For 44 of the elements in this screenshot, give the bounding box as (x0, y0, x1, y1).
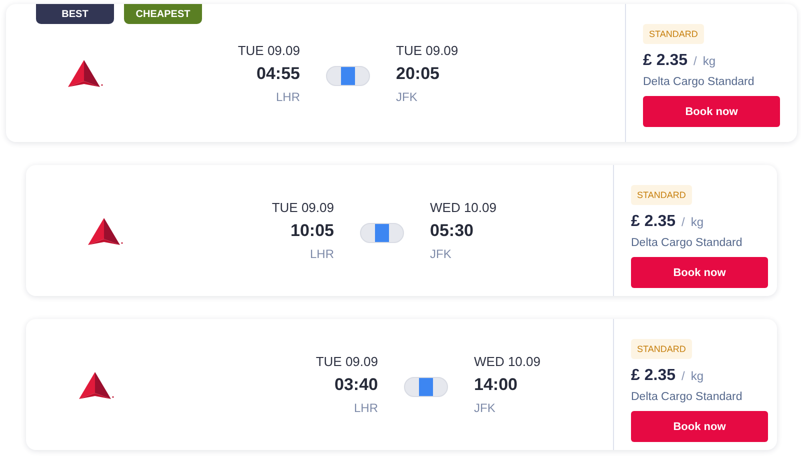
triangle-logo-icon (66, 60, 104, 90)
tag: CHEAPEST (124, 4, 202, 24)
book-now-button[interactable]: Book now (643, 96, 780, 127)
fare-product: Delta Cargo Standard (631, 391, 742, 403)
arrival-date: TUE 09.09 (396, 42, 458, 58)
departure-airport: LHR (354, 401, 378, 415)
departure-date: TUE 09.09 (272, 200, 334, 215)
arrival-airport: JFK (474, 401, 496, 415)
fare-product: Delta Cargo Standard (631, 237, 742, 249)
price: £ 2.35 (631, 213, 676, 231)
price-unit: kg (690, 215, 704, 229)
arrival-date: WED 10.09 (474, 354, 540, 369)
arrival-airport: JFK (396, 90, 418, 104)
price-unit: kg (702, 54, 716, 68)
fare-badge: STANDARD (631, 185, 692, 205)
route-indicator-icon (360, 223, 404, 243)
route-indicator-icon (404, 377, 448, 397)
triangle-logo-icon (77, 372, 115, 402)
departure-time: 04:55 (256, 64, 300, 84)
fare-badge: STANDARD (643, 24, 704, 44)
book-now-button[interactable]: Book now (631, 411, 768, 442)
fare-product: Delta Cargo Standard (643, 76, 754, 88)
departure-airport: LHR (310, 247, 334, 261)
triangle-logo-icon (86, 218, 124, 248)
departure-time: 10:05 (290, 221, 334, 241)
route-indicator-icon (326, 66, 370, 86)
departure-time: 03:40 (334, 375, 378, 395)
price: £ 2.35 (643, 52, 688, 70)
arrival-date: WED 10.09 (430, 200, 496, 215)
price-separator: / (682, 215, 685, 229)
arrival-time: 14:00 (474, 375, 518, 395)
departure-airport: LHR (276, 90, 300, 104)
arrival-airport: JFK (430, 247, 452, 261)
fare-badge: STANDARD (631, 339, 692, 359)
book-now-button[interactable]: Book now (631, 257, 768, 288)
price-separator: / (682, 369, 685, 383)
arrival-time: 20:05 (396, 64, 440, 84)
departure-date: TUE 09.09 (238, 42, 300, 58)
price: £ 2.35 (631, 367, 676, 385)
departure-date: TUE 09.09 (316, 354, 378, 369)
price-separator: / (694, 54, 697, 68)
tag: BEST (36, 4, 114, 24)
price-unit: kg (690, 369, 704, 383)
arrival-time: 05:30 (430, 221, 474, 241)
